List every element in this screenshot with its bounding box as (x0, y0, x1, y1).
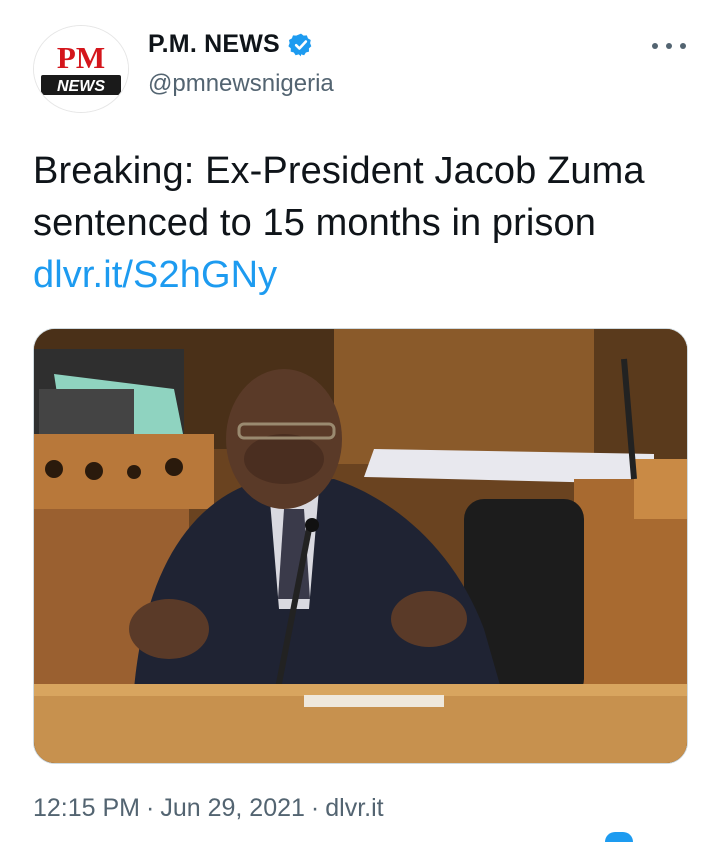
tweet-meta: 12:15 PM · Jun 29, 2021 · dlvr.it (33, 794, 384, 823)
more-dot (680, 43, 686, 49)
more-dot (666, 43, 672, 49)
tweet-text: Breaking: Ex-President Jacob Zuma senten… (33, 145, 693, 301)
display-name-row[interactable]: P.M. NEWS (148, 30, 314, 59)
pm-news-logo-icon: PM NEWS (34, 26, 128, 112)
tweet-source[interactable]: dlvr.it (325, 794, 383, 822)
more-dot (652, 43, 658, 49)
account-avatar[interactable]: PM NEWS (33, 25, 129, 113)
tweet-photo[interactable] (33, 328, 688, 764)
tweet-card[interactable]: PM NEWS P.M. NEWS @pmnewsnigeria Breakin… (0, 0, 717, 842)
tweet-date[interactable]: Jun 29, 2021 (160, 794, 305, 822)
display-name[interactable]: P.M. NEWS (148, 30, 280, 59)
meta-separator: · (310, 794, 320, 822)
tweet-body: Breaking: Ex-President Jacob Zuma senten… (33, 150, 645, 244)
photo-illustration (34, 329, 687, 763)
tweet-time[interactable]: 12:15 PM (33, 794, 140, 822)
account-handle[interactable]: @pmnewsnigeria (148, 70, 334, 98)
more-options-icon[interactable] (652, 34, 686, 58)
tweet-link[interactable]: dlvr.it/S2hGNy (33, 254, 277, 296)
logo-bottom-text: NEWS (57, 78, 105, 95)
compose-button-edge[interactable] (605, 832, 633, 842)
logo-top-text: PM (57, 40, 105, 75)
meta-separator: · (146, 794, 155, 822)
verified-badge-icon (288, 32, 314, 58)
